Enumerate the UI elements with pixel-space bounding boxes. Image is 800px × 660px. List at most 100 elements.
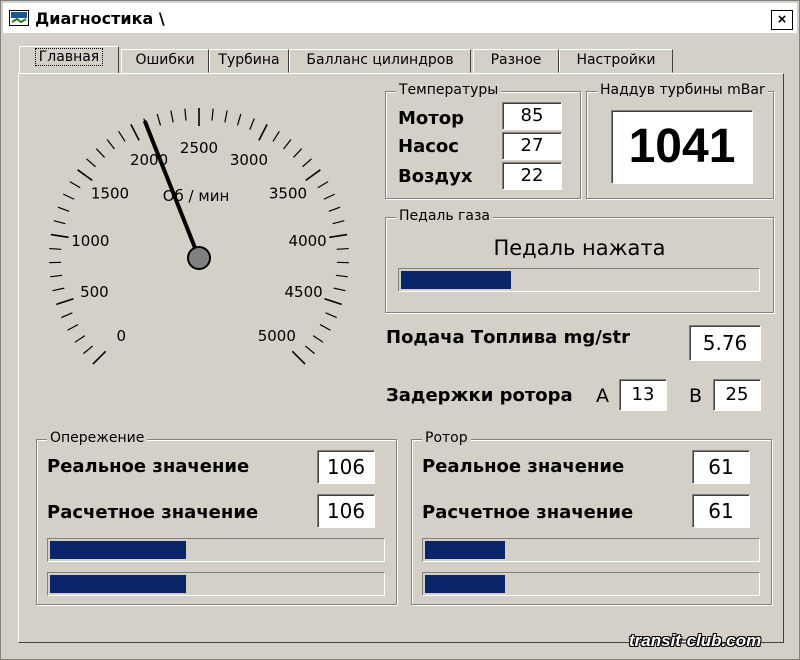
gauge-tick-label: 500 [80,283,109,301]
gauge-minor-tick [83,345,94,355]
gauge-minor-tick [61,312,73,319]
gauge-tick-label: 1000 [71,232,109,250]
gauge-minor-tick [332,220,345,225]
gauge-minor-tick [52,287,65,292]
gauge-minor-tick [272,131,280,142]
gauge-minor-tick [118,131,126,142]
gauge-major-tick [77,169,93,182]
gauge-major-tick [56,298,74,306]
tab-misc[interactable]: Разное [473,49,559,73]
gauge-minor-tick [86,158,96,168]
gauge-tick-label: 4500 [285,283,323,301]
gauge-minor-tick [333,287,346,292]
fuel-value: 5.76 [689,325,761,361]
gauge-minor-tick [224,110,228,123]
temp-motor-label: Мотор [398,108,464,129]
tab-errors[interactable]: Ошибки [121,49,209,73]
gauge-minor-tick [249,118,255,130]
tab-main-label: Главная [34,48,104,66]
gauge-minor-tick [236,113,242,126]
gauge-minor-tick [184,108,187,121]
rotor-real-value: 61 [692,450,750,484]
gauge-minor-tick [49,247,62,250]
rotor-title: Ротор [422,430,471,446]
rotor-calc-value: 61 [692,494,750,528]
gauge-minor-tick [74,335,86,343]
gauge-major-tick [291,350,306,365]
temperatures-title: Температуры [396,82,502,98]
gauge-minor-tick [156,113,162,126]
gauge-major-tick [324,298,342,306]
rotor-delay-b-label: B [689,385,703,407]
window-title: Диагностика \ [35,9,165,28]
advance-group: Опережение Реальное значение 106 Расчетн… [36,430,397,605]
temp-air-value: 22 [502,162,562,190]
boost-value: 1041 [611,110,753,184]
pedal-group: Педаль газа Педаль нажата [385,208,774,313]
gauge-major-tick [92,350,107,365]
rotor-bar-1 [422,538,760,562]
gauge-minor-tick [335,274,348,278]
gauge-minor-tick [57,206,70,212]
gauge-minor-tick [211,108,214,121]
rotor-bar-1-fill [425,541,505,559]
gauge-minor-tick [50,274,63,278]
gauge-tick-label: 1500 [91,184,129,202]
gauge-minor-tick [312,335,324,343]
gauge-major-tick [329,233,348,239]
fuel-label: Подача Топлива mg/str [386,327,630,348]
watermark: transit-club.com [629,631,762,650]
tab-cylinder-balance[interactable]: Балланс цилиндров [289,49,471,73]
gauge-minor-tick [336,247,349,250]
gauge-minor-tick [170,110,174,123]
rpm-gauge: 0500100015002000250030003500400045005000… [49,108,349,365]
close-button[interactable]: × [771,10,793,30]
title-bar: Диагностика \ × [3,3,797,33]
rotor-delay-label: Задержки ротора [386,385,573,406]
gauge-major-tick [258,123,268,141]
gauge-tick-label: 0 [116,327,126,345]
gauge-tick-label: 3500 [269,184,307,202]
gauge-major-tick [130,123,140,141]
tab-turbo[interactable]: Турбина [209,49,289,73]
pedal-status: Педаль нажата [493,236,666,260]
advance-calc-value: 106 [317,494,375,528]
boost-group: Наддув турбины mBar 1041 [586,82,774,199]
gauge-major-tick [305,169,321,182]
gauge-hub [187,246,211,270]
gauge-tick-labels: 0500100015002000250030003500400045005000 [71,139,326,345]
gauge-minor-tick [69,181,81,189]
temp-motor-value: 85 [502,102,562,130]
gauge-minor-tick [106,139,115,150]
gauge-minor-tick [319,323,331,331]
gauge-minor-tick [293,148,303,158]
gauge-minor-tick [53,220,66,225]
rotor-calc-label: Расчетное значение [422,502,634,523]
boost-title: Наддув турбины mBar [597,82,768,98]
app-window: Диагностика \ × Главная Ошибки Турбина Б… [0,0,800,660]
gauge-tick-label: 3000 [230,151,268,169]
gauge-minor-tick [63,193,75,200]
rotor-delay-b-value: 25 [713,379,761,411]
gauge-tick-label: 4000 [289,232,327,250]
gauge-minor-tick [302,158,312,168]
rotor-delay-a-label: A [596,385,609,407]
gauge-tick-label: 2500 [180,139,218,157]
advance-bar-2-fill [50,575,186,593]
tab-settings[interactable]: Настройки [559,49,673,73]
temp-pump-label: Насос [398,136,459,157]
rotor-bar-2 [422,572,760,596]
advance-bar-1 [47,538,385,562]
advance-real-value: 106 [317,450,375,484]
tab-main[interactable]: Главная [19,46,119,73]
temperatures-group: Температуры Мотор 85 Насос 27 Воздух 22 [385,82,581,199]
gauge-minor-tick [283,139,292,150]
advance-bar-1-fill [50,541,186,559]
app-icon [9,10,29,26]
advance-bar-2 [47,572,385,596]
gauge-minor-tick [304,345,315,355]
gauge-minor-tick [323,193,335,200]
temp-pump-value: 27 [502,132,562,160]
rotor-delay-a-value: 13 [619,379,667,411]
gauge-minor-tick [67,323,79,331]
